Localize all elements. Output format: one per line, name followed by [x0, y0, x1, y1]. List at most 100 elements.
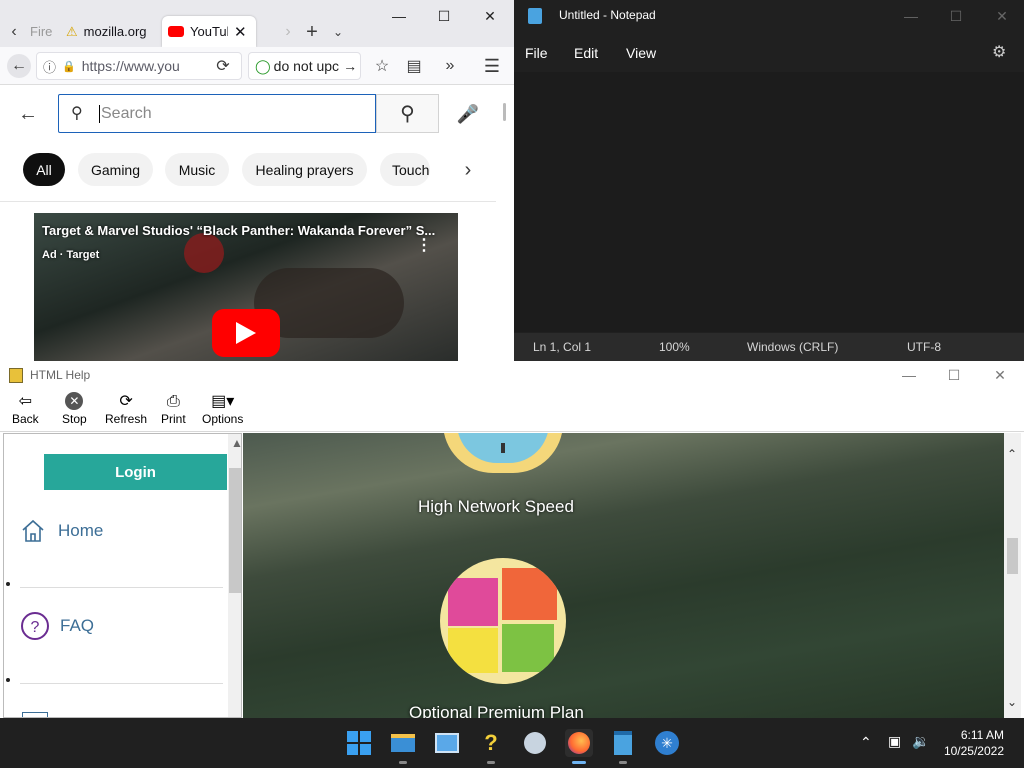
maximize-icon[interactable]: ☐: [421, 0, 467, 32]
close-window-icon[interactable]: ✕: [979, 0, 1024, 32]
zoom-level: 100%: [659, 340, 690, 354]
toolbar-label: Options: [202, 412, 244, 426]
tab-scroll-left-icon[interactable]: ‹: [2, 20, 26, 44]
page-scrollbar[interactable]: [503, 103, 506, 121]
chevron-up-icon[interactable]: ⌃: [860, 734, 872, 751]
print-icon: ⎙: [166, 393, 180, 410]
refresh-button[interactable]: ⟳ Refresh: [105, 392, 147, 426]
network-icon[interactable]: ▣: [888, 733, 901, 750]
settings-gear-icon[interactable]: ⚙: [992, 42, 1006, 62]
text-editor-area[interactable]: [514, 72, 1024, 332]
chip-label: Gaming: [90, 161, 141, 178]
options-icon: ▤▾: [211, 393, 235, 410]
home-icon: [22, 519, 44, 542]
ad-video-thumbnail[interactable]: Target & Marvel Studios' “Black Panther:…: [34, 213, 458, 361]
chevron-right-icon[interactable]: ›: [456, 158, 480, 182]
more-options-icon[interactable]: ⋮: [416, 235, 432, 255]
tab-scroll-right-icon[interactable]: ›: [276, 20, 300, 44]
content-scrollbar[interactable]: ⌃ ⌄: [1004, 433, 1021, 718]
close-window-icon[interactable]: ✕: [977, 361, 1023, 389]
notepad-app-icon: [528, 8, 542, 24]
maximize-icon[interactable]: ☐: [933, 0, 979, 32]
active-indicator: [572, 761, 586, 764]
encoding: UTF-8: [907, 340, 941, 354]
back-arrow-icon[interactable]: ←: [7, 54, 31, 78]
info-icon[interactable]: ⓘ: [43, 57, 56, 76]
reload-icon[interactable]: ⟳: [211, 54, 235, 78]
menu-file[interactable]: File: [525, 45, 548, 61]
firefox-taskbar-icon[interactable]: [565, 729, 593, 757]
html-help-window: HTML Help — ☐ ✕ ⇦ Back ✕ Stop ⟳ Refresh …: [0, 361, 1024, 718]
minimize-icon[interactable]: —: [888, 0, 934, 32]
control-panel-icon[interactable]: [433, 729, 461, 757]
start-windows-icon[interactable]: [345, 729, 373, 757]
scroll-thumb[interactable]: [1007, 538, 1018, 574]
feature-title: Optional Premium Plan: [409, 703, 584, 718]
scroll-down-icon[interactable]: ⌄: [1007, 695, 1017, 709]
close-tab-icon[interactable]: ✕: [234, 23, 247, 41]
back-arrow-icon[interactable]: ←: [16, 102, 40, 126]
new-tab-icon[interactable]: +: [300, 20, 324, 44]
search-go-icon[interactable]: →: [343, 58, 357, 74]
back-button[interactable]: ⇦ Back: [12, 392, 39, 426]
play-button[interactable]: [212, 309, 280, 357]
menu-edit[interactable]: Edit: [574, 45, 598, 61]
chip-label: Healing prayers: [255, 161, 354, 178]
tab-mozilla[interactable]: ⚠ mozilla.org: [60, 16, 160, 47]
nav-item-home[interactable]: Home: [20, 518, 103, 544]
chip-touch[interactable]: Touch: [380, 153, 430, 186]
menu-view[interactable]: View: [626, 45, 656, 61]
login-button[interactable]: Login: [44, 454, 227, 490]
scroll-thumb[interactable]: [229, 468, 241, 593]
tab-label: mozilla.org: [83, 24, 147, 39]
volume-icon[interactable]: 🔉: [912, 733, 929, 750]
bookmark-star-icon[interactable]: ☆: [370, 54, 394, 78]
settings-app-icon[interactable]: ✳: [653, 729, 681, 757]
tab-youtube[interactable]: YouTube ✕: [162, 16, 256, 47]
system-clock[interactable]: 6:11 AM 10/25/2022: [944, 727, 1004, 759]
help-nav-pane: Login Home ? FAQ ▲: [3, 433, 242, 718]
scroll-up-icon[interactable]: ⌃: [1007, 447, 1017, 461]
svg-text:?: ?: [31, 619, 40, 636]
chip-music[interactable]: Music: [165, 153, 229, 186]
search-icon: ⚲: [400, 103, 415, 125]
hamburger-menu-icon[interactable]: ☰: [480, 54, 504, 78]
taskbar: ? ✳ ⌃ ▣ 🔉 6:11 AM 10/25/2022: [0, 718, 1024, 768]
search-button[interactable]: ⚲: [376, 94, 439, 133]
microphone-icon[interactable]: 🎤: [456, 102, 480, 126]
reader-icon[interactable]: ▤: [402, 54, 426, 78]
nav-separator: [20, 683, 223, 684]
options-button[interactable]: ▤▾ Options: [202, 392, 243, 426]
paint-icon[interactable]: [521, 729, 549, 757]
cursor-position: Ln 1, Col 1: [533, 340, 592, 354]
minimize-icon[interactable]: —: [376, 0, 422, 32]
chip-label: Touch: [392, 161, 430, 178]
close-window-icon[interactable]: ✕: [467, 0, 513, 32]
ad-title[interactable]: Target & Marvel Studios' “Black Panther:…: [42, 223, 442, 238]
minimize-icon[interactable]: —: [886, 361, 932, 389]
overflow-menu-icon[interactable]: »: [438, 54, 462, 78]
search-icon: ⚲: [71, 105, 83, 122]
print-button[interactable]: ⎙ Print: [161, 392, 186, 426]
toolbar-label: Back: [12, 412, 39, 426]
file-explorer-icon[interactable]: [389, 729, 417, 757]
nav-item-faq[interactable]: ? FAQ: [20, 611, 94, 641]
search-input[interactable]: ⚲ Search: [58, 94, 376, 133]
chip-healing-prayers[interactable]: Healing prayers: [242, 153, 367, 186]
tab-label: Fire: [30, 24, 53, 39]
search-bar[interactable]: ◯ do not upc →: [248, 52, 361, 80]
maximize-icon[interactable]: ☐: [931, 361, 977, 389]
chip-all[interactable]: All: [23, 153, 65, 186]
list-tabs-icon[interactable]: ⌄: [326, 20, 350, 44]
chip-gaming[interactable]: Gaming: [78, 153, 153, 186]
windows-logo-icon: [347, 731, 371, 755]
tab-firefox[interactable]: Fire: [24, 16, 58, 47]
list-bullet: [6, 582, 10, 586]
line-ending: Windows (CRLF): [747, 340, 839, 354]
nav-scrollbar[interactable]: ▲: [228, 434, 241, 717]
notepad-taskbar-icon[interactable]: [609, 729, 637, 757]
stop-button[interactable]: ✕ Stop: [62, 392, 87, 426]
help-taskbar-icon[interactable]: ?: [477, 729, 505, 757]
tab-label: YouTube: [190, 24, 228, 39]
scroll-up-icon[interactable]: ▲: [231, 436, 241, 450]
